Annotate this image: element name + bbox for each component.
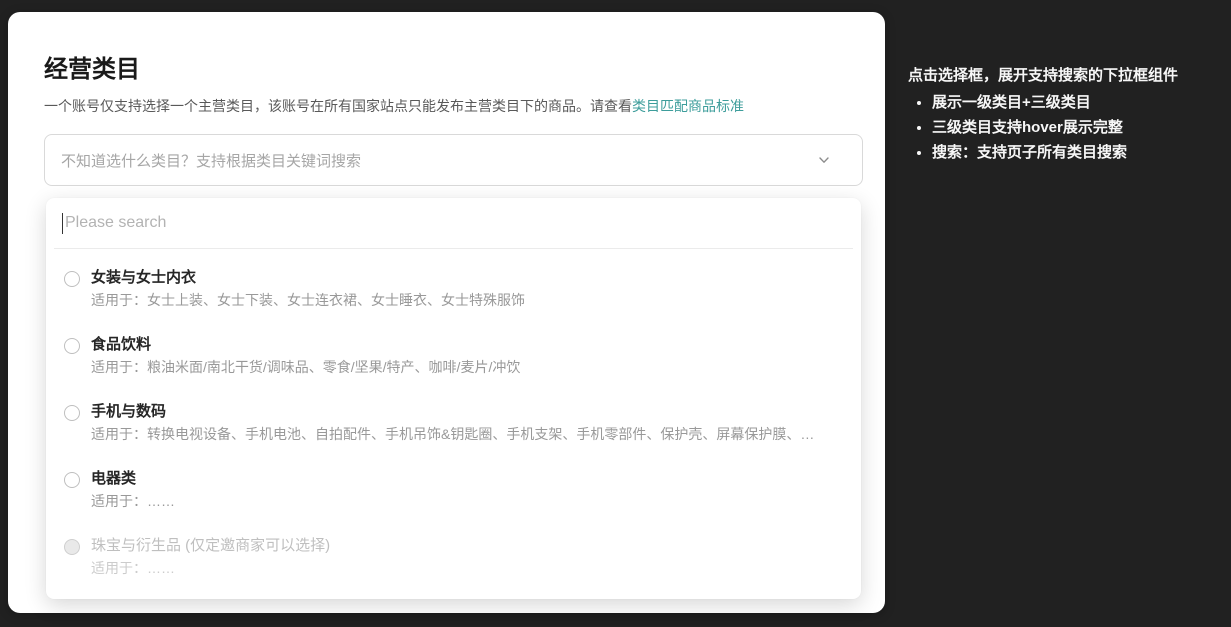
annotation-bullet: 搜索：支持页子所有类目搜索 — [932, 140, 1228, 165]
radio-button-icon[interactable] — [64, 271, 80, 287]
category-option-womens-apparel[interactable]: 女装与女士内衣 适用于：女士上装、女士下装、女士连衣裙、女士睡衣、女士特殊服饰 — [64, 267, 841, 311]
option-title: 电器类 — [91, 468, 175, 490]
radio-button-icon[interactable] — [64, 338, 80, 354]
option-description: 适用于：女士上装、女士下装、女士连衣裙、女士睡衣、女士特殊服饰 — [91, 289, 525, 311]
category-dropdown-panel: Please search 女装与女士内衣 适用于：女士上装、女士下装、女士连衣… — [46, 198, 861, 599]
option-description: 适用于：…… — [91, 490, 175, 512]
option-title: 女装与女士内衣 — [91, 267, 525, 289]
category-options-list: 女装与女士内衣 适用于：女士上装、女士下装、女士连衣裙、女士睡衣、女士特殊服饰 … — [46, 249, 861, 595]
category-settings-card: 经营类目 一个账号仅支持选择一个主营类目，该账号在所有国家站点只能发布主营类目下… — [8, 12, 885, 613]
option-text: 珠宝与衍生品 (仅定邀商家可以选择) 适用于：…… — [91, 535, 330, 579]
radio-button-icon — [64, 539, 80, 555]
search-placeholder: Please search — [65, 214, 166, 232]
page-title: 经营类目 — [44, 54, 140, 86]
annotation-bullet: 三级类目支持hover展示完整 — [932, 115, 1228, 140]
category-option-phones-digital[interactable]: 手机与数码 适用于：转换电视设备、手机电池、自拍配件、手机吊饰&钥匙圈、手机支架… — [64, 401, 841, 445]
category-select[interactable]: 不知道选什么类目？支持根据类目关键词搜索 — [44, 134, 863, 186]
option-text: 手机与数码 适用于：转换电视设备、手机电池、自拍配件、手机吊饰&钥匙圈、手机支架… — [91, 401, 814, 445]
option-title: 食品饮料 — [91, 334, 520, 356]
category-select-placeholder: 不知道选什么类目？支持根据类目关键词搜索 — [61, 150, 816, 171]
category-option-appliances[interactable]: 电器类 适用于：…… — [64, 468, 841, 512]
category-option-jewelry-disabled: 珠宝与衍生品 (仅定邀商家可以选择) 适用于：…… — [64, 535, 841, 579]
chevron-down-icon — [816, 152, 832, 168]
design-annotation: 点击选择框，展开支持搜索的下拉框组件 展示一级类目+三级类目 三级类目支持hov… — [908, 64, 1228, 165]
option-text: 电器类 适用于：…… — [91, 468, 175, 512]
option-description: 适用于：转换电视设备、手机电池、自拍配件、手机吊饰&钥匙圈、手机支架、手机零部件… — [91, 423, 814, 445]
radio-button-icon[interactable] — [64, 472, 80, 488]
annotation-bullet: 展示一级类目+三级类目 — [932, 90, 1228, 115]
annotation-heading: 点击选择框，展开支持搜索的下拉框组件 — [908, 64, 1228, 87]
category-option-food-beverage[interactable]: 食品饮料 适用于：粮油米面/南北干货/调味品、零食/坚果/特产、咖啡/麦片/冲饮 — [64, 334, 841, 378]
dropdown-search-input[interactable]: Please search — [46, 198, 861, 248]
option-description: 适用于：…… — [91, 557, 330, 579]
category-standard-link[interactable]: 类目匹配商品标准 — [632, 98, 744, 114]
option-title: 珠宝与衍生品 (仅定邀商家可以选择) — [91, 535, 330, 557]
page-description: 一个账号仅支持选择一个主营类目，该账号在所有国家站点只能发布主营类目下的商品。请… — [44, 96, 744, 116]
text-cursor — [62, 213, 63, 234]
option-text: 食品饮料 适用于：粮油米面/南北干货/调味品、零食/坚果/特产、咖啡/麦片/冲饮 — [91, 334, 520, 378]
page-description-text: 一个账号仅支持选择一个主营类目，该账号在所有国家站点只能发布主营类目下的商品。请… — [44, 98, 632, 114]
radio-button-icon[interactable] — [64, 405, 80, 421]
option-description: 适用于：粮油米面/南北干货/调味品、零食/坚果/特产、咖啡/麦片/冲饮 — [91, 356, 520, 378]
option-title: 手机与数码 — [91, 401, 814, 423]
annotation-bullet-list: 展示一级类目+三级类目 三级类目支持hover展示完整 搜索：支持页子所有类目搜… — [908, 90, 1228, 165]
option-text: 女装与女士内衣 适用于：女士上装、女士下装、女士连衣裙、女士睡衣、女士特殊服饰 — [91, 267, 525, 311]
